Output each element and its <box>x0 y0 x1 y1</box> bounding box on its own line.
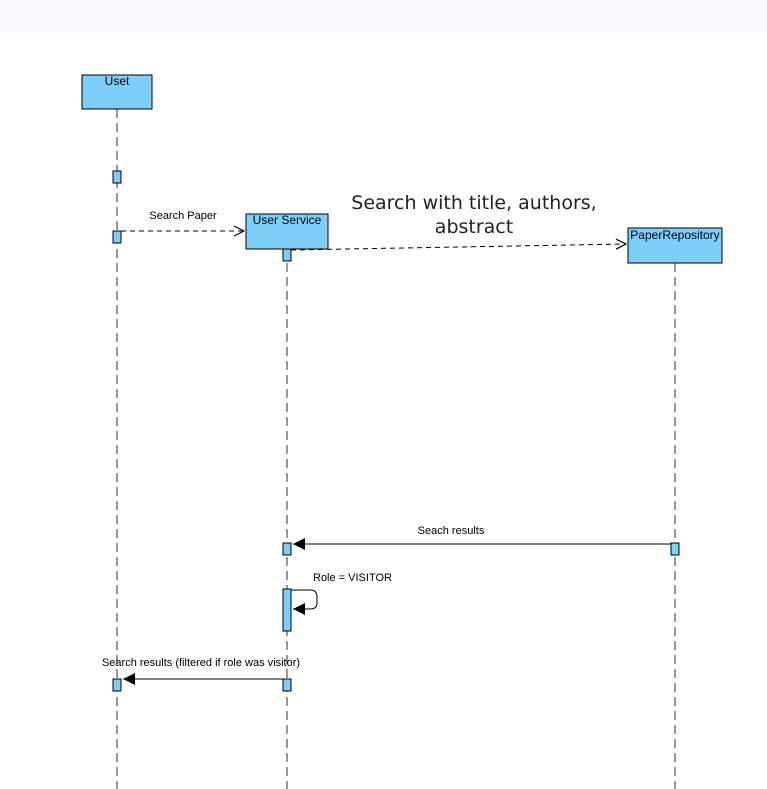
activation-paper-repository-1[interactable] <box>670 542 680 556</box>
message-search-paper-label: Search Paper <box>149 210 217 222</box>
activation-user-1[interactable] <box>112 170 122 184</box>
activation-user-3[interactable] <box>112 678 122 692</box>
activation-user-service-4[interactable] <box>282 678 292 692</box>
message-search-with-label-line1: Search with title, authors, <box>351 192 596 214</box>
participant-paper-repository[interactable]: PaperRepository <box>627 227 723 264</box>
participant-user-service-label: User Service <box>253 213 322 227</box>
activation-user-service-1[interactable] <box>282 248 292 262</box>
message-search-results-label: Seach results <box>418 525 485 537</box>
message-filtered-results-label: Search results (filtered if role was vis… <box>102 657 300 669</box>
participant-user[interactable]: Uset <box>81 74 153 110</box>
activation-user-2[interactable] <box>112 230 122 244</box>
message-search-with-arrow[interactable] <box>290 244 626 251</box>
sequence-diagram: Uset User Service PaperRepository Search… <box>81 74 723 789</box>
message-search-with-label-line2: abstract <box>435 216 513 238</box>
participant-paper-repository-label: PaperRepository <box>630 228 719 242</box>
activation-user-service-2[interactable] <box>282 542 292 556</box>
participant-user-service[interactable]: User Service <box>245 213 329 250</box>
participant-user-label: Uset <box>105 74 130 88</box>
message-role-visitor-label: Role = VISITOR <box>313 572 392 584</box>
message-role-visitor-arrow[interactable] <box>291 589 318 615</box>
activation-user-service-3[interactable] <box>282 588 292 632</box>
